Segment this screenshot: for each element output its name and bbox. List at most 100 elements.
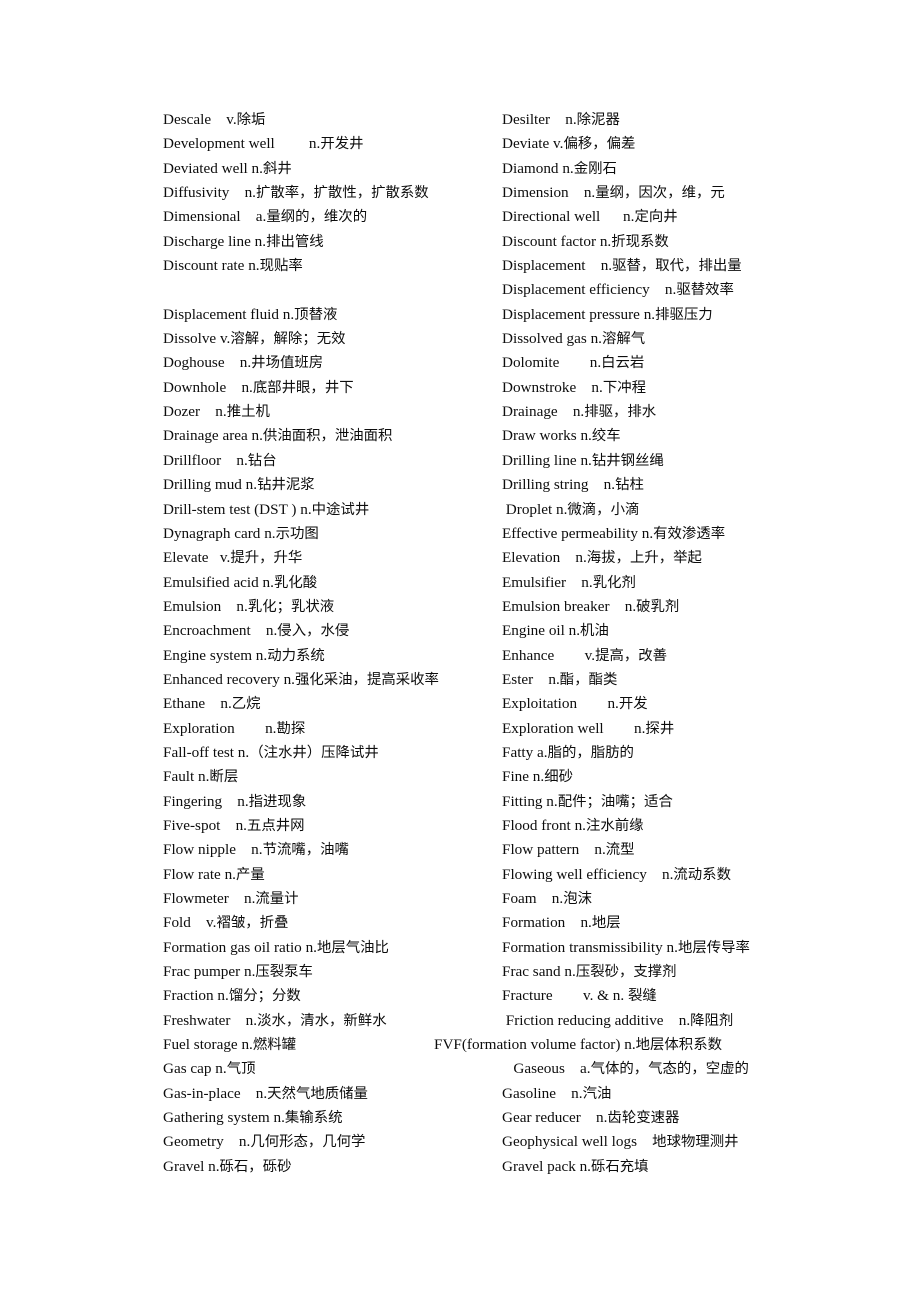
- glossary-row: Freshwater n.淡水，清水，新鲜水 Friction reducing…: [163, 1009, 863, 1033]
- glossary-term-right: Displacement n.驱替，取代，排出量: [502, 257, 742, 275]
- glossary-term-right: Gravel pack n.砾石充填: [502, 1157, 649, 1175]
- glossary-term-left: Dynagraph card n.示功图: [163, 524, 319, 542]
- glossary-term-left: Engine system n.动力系统: [163, 646, 325, 664]
- glossary-row: Downhole n.底部井眼，井下 Downstroke n.下冲程: [163, 376, 863, 400]
- glossary-row: Displacement fluid n.顶替液 Displacement pre…: [163, 303, 863, 327]
- glossary-term-left: Elevate v.提升，升华: [163, 549, 303, 567]
- glossary-term-right: Directional well n.定向井: [502, 208, 678, 226]
- glossary-term-left: Diffusivity n.扩散率，扩散性，扩散系数: [163, 184, 429, 202]
- glossary-term-right: Ester n.酯，酯类: [502, 670, 618, 688]
- glossary-term-left: Fingering n.指进现象: [163, 792, 307, 810]
- glossary-row: Gathering system n.集输系统 Gear reducer n.齿轮…: [163, 1106, 863, 1130]
- glossary-term-left: Exploration n.勘探: [163, 719, 306, 737]
- glossary-term-right: Effective permeability n.有效渗透率: [502, 524, 726, 542]
- glossary-term-left: Formation gas oil ratio n.地层气油比: [163, 938, 389, 956]
- glossary-term-right: Formation n.地层: [502, 914, 621, 932]
- glossary-row: Fault n.断层 Fine n.细砂: [163, 765, 863, 789]
- glossary-term-right: Downstroke n.下冲程: [502, 378, 647, 396]
- glossary-term-right: Formation transmissibility n.地层传导率: [502, 938, 750, 956]
- glossary-term-right: Displacement efficiency n.驱替效率: [502, 281, 734, 299]
- glossary-term-right: Fine n.细砂: [502, 768, 573, 786]
- glossary-row: Fraction n.馏分；分数 Fracture v. & n. 裂缝: [163, 984, 863, 1008]
- glossary-row: Development well n.开发井 Deviate v.偏移，偏差: [163, 132, 863, 156]
- glossary-row: Fuel storage n.燃料罐 FVF(formation volume f…: [163, 1033, 863, 1057]
- glossary-term-right: Gaseous a.气体的，气态的，空虚的: [502, 1060, 749, 1078]
- glossary-term-right: Exploration well n.探井: [502, 719, 675, 737]
- glossary-term-right: Dissolved gas n.溶解气: [502, 330, 646, 348]
- glossary-row: Five-spot n.五点井网 Flood front n.注水前缘: [163, 814, 863, 838]
- glossary-term-right: Draw works n.绞车: [502, 427, 621, 445]
- glossary-term-left: Fraction n.馏分；分数: [163, 987, 301, 1005]
- glossary-term-left: Frac pumper n.压裂泵车: [163, 963, 313, 981]
- glossary-entry-list: Descale v.除垢 Desilter n.除泥器 Development we…: [163, 108, 863, 1179]
- glossary-term-right: Elevation n.海拔，上升，举起: [502, 549, 702, 567]
- glossary-term-left: Gas-in-place n.天然气地质储量: [163, 1084, 368, 1102]
- glossary-term-right: Gasoline n.汽油: [502, 1084, 612, 1102]
- glossary-row: Geometry n.几何形态，几何学 Geophysical well logs…: [163, 1130, 863, 1154]
- glossary-row: Descale v.除垢 Desilter n.除泥器: [163, 108, 863, 132]
- glossary-row: Drillfloor n.钻台 Drilling line n.钻井钢丝绳: [163, 449, 863, 473]
- glossary-term-right: Discount factor n.折现系数: [502, 232, 669, 250]
- glossary-row: Flow rate n.产量 Flowing well efficiency n.…: [163, 863, 863, 887]
- glossary-row: Frac pumper n.压裂泵车 Frac sand n.压裂砂，支撑剂: [163, 960, 863, 984]
- glossary-term-right: Frac sand n.压裂砂，支撑剂: [502, 963, 677, 981]
- glossary-term-right: Flow pattern n.流型: [502, 841, 635, 859]
- glossary-term-left: Emulsified acid n.乳化酸: [163, 573, 318, 591]
- glossary-term-left: Drill-stem test (DST ) n.中途试井: [163, 500, 370, 518]
- glossary-term-right: Foam n.泡沫: [502, 890, 592, 907]
- glossary-term-left: Discharge line n.排出管线: [163, 232, 324, 250]
- glossary-row: Fold v.褶皱，折叠 Formation n.地层: [163, 911, 863, 935]
- glossary-term-left: Discount rate n.现贴率: [163, 257, 303, 275]
- glossary-row: Formation gas oil ratio n.地层气油比 Formation…: [163, 936, 863, 960]
- glossary-term-left: Dissolve v.溶解，解除；无效: [163, 330, 346, 348]
- glossary-term-left: Drillfloor n.钻台: [163, 451, 277, 469]
- glossary-term-right: Enhance v.提高，改善: [502, 646, 668, 664]
- glossary-term-left: Downhole n.底部井眼，井下: [163, 378, 354, 396]
- glossary-term-left: Fold v.褶皱，折叠: [163, 914, 289, 932]
- glossary-term-right: Fatty a.脂的，脂肪的: [502, 743, 634, 761]
- glossary-row: Elevate v.提升，升华 Elevation n.海拔，上升，举起: [163, 546, 863, 570]
- glossary-term-left: Emulsion n.乳化；乳状液: [163, 597, 335, 615]
- glossary-term-left: Geometry n.几何形态，几何学: [163, 1133, 366, 1151]
- glossary-term-left: Drilling mud n.钻井泥浆: [163, 476, 315, 494]
- glossary-term-right: Deviate v.偏移，偏差: [502, 135, 636, 153]
- glossary-term-right: Desilter n.除泥器: [502, 111, 620, 128]
- glossary-term-left: Encroachment n.侵入，水侵: [163, 622, 350, 640]
- glossary-term-left: Gas cap n.气顶: [163, 1060, 256, 1078]
- glossary-row: Drainage area n.供油面积，泄油面积 Draw works n.绞车: [163, 424, 863, 448]
- glossary-row: Gravel n.砾石，砾砂 Gravel pack n.砾石充填: [163, 1155, 863, 1179]
- glossary-term-right: Diamond n.金刚石: [502, 159, 617, 177]
- glossary-term-left: Gathering system n.集输系统: [163, 1109, 343, 1127]
- glossary-term-right: Drilling line n.钻井钢丝绳: [502, 451, 664, 469]
- glossary-row: Fingering n.指进现象 Fitting n.配件；油嘴；适合: [163, 790, 863, 814]
- glossary-row: Gas-in-place n.天然气地质储量 Gasoline n.汽油: [163, 1082, 863, 1106]
- glossary-row: Ethane n.乙烷 Exploitation n.开发: [163, 692, 863, 716]
- glossary-term-right: Engine oil n.机油: [502, 622, 609, 640]
- glossary-term-left: Flow nipple n.节流嘴，油嘴: [163, 841, 349, 859]
- glossary-term-left: Gravel n.砾石，砾砂: [163, 1157, 292, 1175]
- glossary-term-left: Enhanced recovery n.强化采油，提高采收率: [163, 670, 439, 688]
- glossary-row: Gas cap n.气顶 Gaseous a.气体的，气态的，空虚的: [163, 1057, 863, 1081]
- glossary-term-right: FVF(formation volume factor) n.地层体积系数: [434, 1036, 722, 1054]
- glossary-term-left: Doghouse n.井场值班房: [163, 354, 324, 372]
- glossary-row: Enhanced recovery n.强化采油，提高采收率 Ester n.酯，…: [163, 668, 863, 692]
- glossary-row: Dynagraph card n.示功图 Effective permeabili…: [163, 522, 863, 546]
- glossary-term-left: Five-spot n.五点井网: [163, 816, 305, 834]
- glossary-row: Flowmeter n.流量计 Foam n.泡沫: [163, 887, 863, 911]
- glossary-term-left: Deviated well n.斜井: [163, 159, 292, 177]
- glossary-term-left: Dozer n.推土机: [163, 403, 270, 421]
- glossary-row: Fall-off test n.（注水井）压降试井 Fatty a.脂的，脂肪的: [163, 741, 863, 765]
- glossary-term-left: Drainage area n.供油面积，泄油面积: [163, 427, 393, 445]
- glossary-term-left: Fuel storage n.燃料罐: [163, 1036, 297, 1054]
- glossary-row: Dozer n.推土机 Drainage n.排驱，排水: [163, 400, 863, 424]
- glossary-row: Discharge line n.排出管线 Discount factor n.折…: [163, 230, 863, 254]
- glossary-term-left: Freshwater n.淡水，清水，新鲜水: [163, 1011, 387, 1029]
- glossary-row: Drill-stem test (DST ) n.中途试井 Droplet n.…: [163, 498, 863, 522]
- glossary-term-left: Dimensional a.量纲的，维次的: [163, 208, 368, 226]
- glossary-term-right: Flood front n.注水前缘: [502, 816, 644, 834]
- glossary-term-right: Dimension n.量纲，因次，维，元: [502, 184, 725, 202]
- glossary-term-right: Fitting n.配件；油嘴；适合: [502, 792, 673, 810]
- document-page: Descale v.除垢 Desilter n.除泥器 Development we…: [0, 0, 920, 1302]
- glossary-term-left: Fall-off test n.（注水井）压降试井: [163, 743, 379, 761]
- glossary-row: Discount rate n.现贴率 Displacement n.驱替，取代，…: [163, 254, 863, 278]
